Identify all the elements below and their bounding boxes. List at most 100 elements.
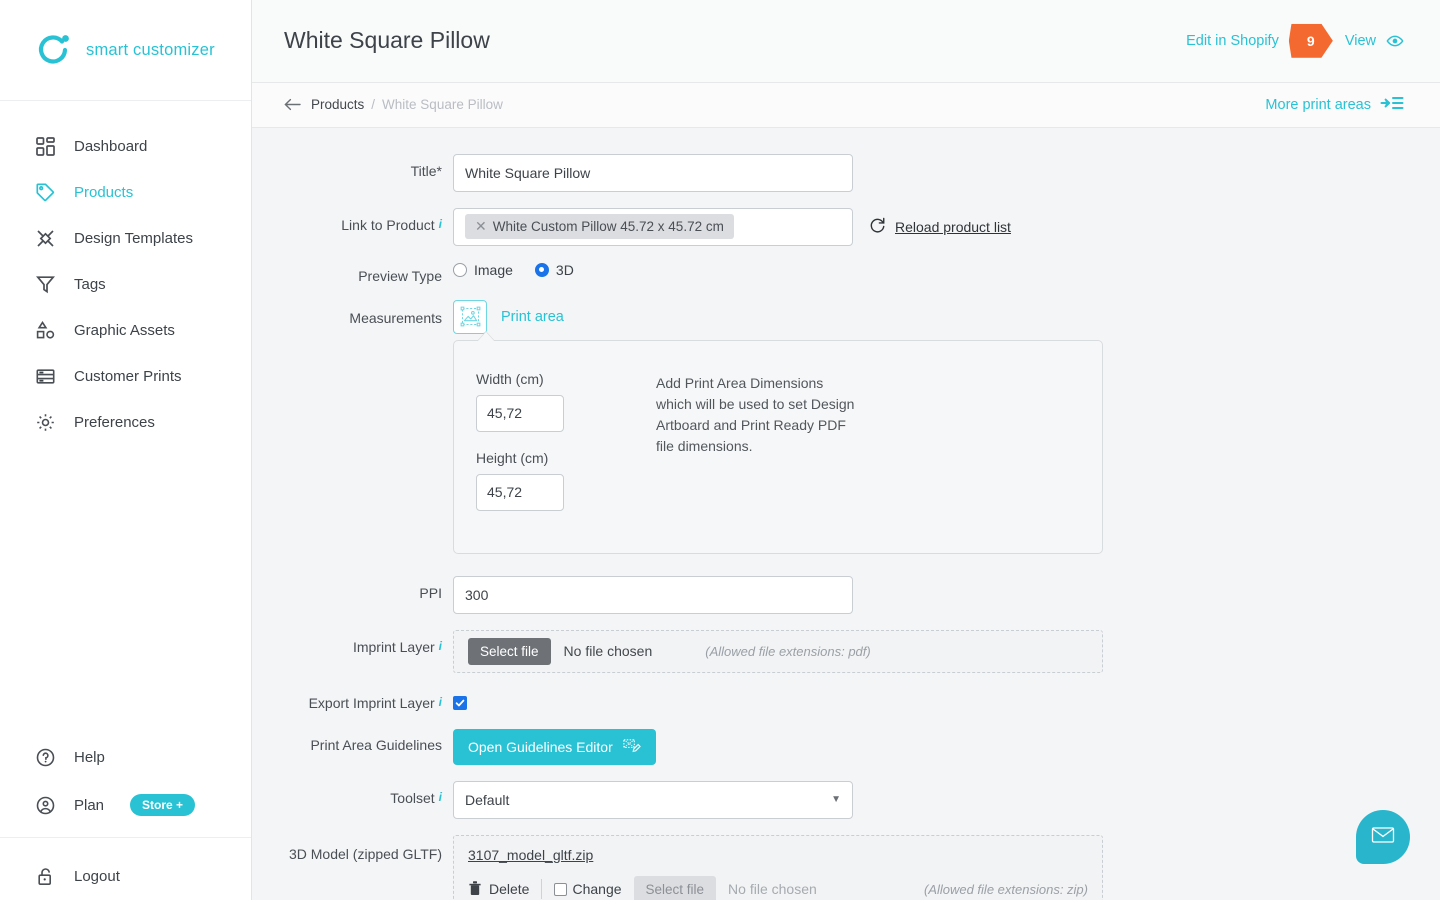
sidebar-item-label: Design Templates bbox=[74, 229, 193, 247]
toolset-selected-value: Default bbox=[465, 791, 510, 808]
imprint-no-file-text: No file chosen bbox=[563, 643, 653, 660]
delete-model-button[interactable]: Delete bbox=[468, 880, 529, 899]
reload-product-list-label: Reload product list bbox=[895, 218, 1011, 235]
more-print-areas-link[interactable]: More print areas bbox=[1265, 97, 1371, 113]
sidebar-item-label: Plan bbox=[74, 796, 105, 814]
breadcrumb-products-link[interactable]: Products bbox=[311, 97, 364, 112]
height-input[interactable]: 45,72 bbox=[476, 473, 564, 511]
toolset-field-wrap: Default ▼ bbox=[453, 780, 853, 819]
status-badge[interactable]: 9 bbox=[1288, 23, 1333, 58]
refresh-icon bbox=[869, 217, 886, 237]
row-print-area-guidelines: Print Area Guidelines Open Guidelines Ed… bbox=[252, 728, 1440, 765]
sidebar-item-label: Customer Prints bbox=[74, 367, 182, 385]
eye-icon[interactable] bbox=[1386, 32, 1404, 50]
gear-icon bbox=[32, 409, 58, 435]
sidebar-item-products[interactable]: Products bbox=[0, 169, 251, 215]
app-root: smart customizer Dashboard Products Desi… bbox=[0, 0, 1440, 900]
info-icon[interactable]: i bbox=[439, 217, 442, 230]
tab-print-area[interactable]: Print area bbox=[501, 309, 564, 325]
close-icon[interactable]: ✕ bbox=[475, 218, 487, 235]
radio-preview-image[interactable]: Image bbox=[453, 262, 513, 278]
smart-customizer-logo bbox=[32, 29, 74, 71]
sidebar-divider bbox=[0, 837, 251, 838]
change-model-checkbox[interactable] bbox=[554, 882, 568, 896]
model-3d-actions: Delete Change Select file No file chosen… bbox=[468, 875, 1088, 900]
info-icon[interactable]: i bbox=[439, 695, 442, 708]
plan-badge[interactable]: Store + bbox=[130, 794, 196, 816]
imprint-layer-field-wrap: Select file No file chosen (Allowed file… bbox=[453, 629, 1103, 673]
unlock-icon bbox=[32, 863, 58, 889]
imprint-select-file-button[interactable]: Select file bbox=[468, 637, 551, 665]
toolset-label: Toolset i bbox=[252, 781, 453, 806]
ppi-label: PPI bbox=[419, 584, 442, 601]
page-title: White Square Pillow bbox=[284, 27, 490, 54]
width-group: Width (cm) 45,72 bbox=[476, 371, 656, 432]
width-input[interactable]: 45,72 bbox=[476, 394, 564, 432]
imprint-allowed-extensions-hint: (Allowed file extensions: pdf) bbox=[705, 643, 871, 659]
sidebar-item-label: Help bbox=[74, 748, 105, 766]
radio-dot-image bbox=[453, 262, 467, 277]
sidebar-item-design-templates[interactable]: Design Templates bbox=[0, 215, 251, 261]
info-icon[interactable]: i bbox=[439, 790, 442, 803]
top-actions: Edit in Shopify 9 View bbox=[1186, 21, 1404, 61]
print-area-crop-icon[interactable] bbox=[453, 299, 487, 334]
model-no-file-text: No file chosen bbox=[728, 881, 817, 898]
reload-product-list-button[interactable]: Reload product list bbox=[869, 217, 1011, 237]
chat-support-button[interactable] bbox=[1356, 810, 1410, 864]
row-title: Title* White Square Pillow bbox=[252, 153, 1440, 192]
change-model-checkbox-row[interactable]: Change bbox=[554, 881, 622, 898]
title-input[interactable]: White Square Pillow bbox=[453, 153, 853, 192]
sidebar-item-help[interactable]: Help bbox=[0, 733, 251, 781]
sidebar-item-graphic-assets[interactable]: Graphic Assets bbox=[0, 307, 251, 353]
sidebar-item-customer-prints[interactable]: Customer Prints bbox=[0, 353, 251, 399]
export-imprint-layer-label: Export Imprint Layer i bbox=[252, 689, 453, 711]
dashboard-icon bbox=[32, 133, 58, 159]
row-preview-type: Preview Type Image 3D bbox=[252, 262, 1440, 284]
print-area-count-badge-wrap: 9 bbox=[1288, 21, 1335, 61]
sidebar-item-label: Products bbox=[74, 183, 134, 201]
indent-list-icon[interactable] bbox=[1380, 95, 1404, 114]
sidebar-item-label: Logout bbox=[74, 867, 120, 885]
print-area-panel: Width (cm) 45,72 Height (cm) 45,72 Add P… bbox=[453, 330, 1103, 554]
brand[interactable]: smart customizer bbox=[0, 0, 251, 101]
sidebar-item-plan[interactable]: Plan Store + bbox=[0, 781, 251, 829]
sidebar-item-label: Dashboard bbox=[74, 137, 148, 155]
toolset-select[interactable]: Default ▼ bbox=[453, 780, 853, 819]
product-chip-label: White Custom Pillow 45.72 x 45.72 cm bbox=[492, 219, 724, 235]
product-form: Title* White Square Pillow Link to Produ… bbox=[252, 127, 1440, 900]
link-to-product-label-text: Link to Product bbox=[341, 216, 435, 233]
sidebar-item-dashboard[interactable]: Dashboard bbox=[0, 123, 251, 169]
product-chip[interactable]: ✕ White Custom Pillow 45.72 x 45.72 cm bbox=[465, 214, 734, 240]
divider bbox=[541, 879, 543, 900]
view-link[interactable]: View bbox=[1345, 33, 1376, 49]
arrow-left-icon[interactable] bbox=[284, 97, 301, 112]
open-guidelines-editor-label: Open Guidelines Editor bbox=[468, 738, 613, 755]
measurements-label: Measurements bbox=[349, 309, 442, 326]
width-label: Width (cm) bbox=[476, 370, 544, 387]
print-area-dimensions: Width (cm) 45,72 Height (cm) 45,72 bbox=[476, 371, 656, 529]
row-3d-model: 3D Model (zipped GLTF) 3107_model_gltf.z… bbox=[252, 834, 1440, 900]
open-guidelines-editor-button[interactable]: Open Guidelines Editor bbox=[453, 728, 656, 765]
measurements-tabs: Print area bbox=[453, 299, 564, 334]
user-circle-icon bbox=[32, 792, 58, 818]
change-model-label: Change bbox=[572, 881, 622, 898]
model-3d-file-link[interactable]: 3107_model_gltf.zip bbox=[468, 847, 593, 863]
sidebar-item-logout[interactable]: Logout bbox=[0, 852, 251, 900]
edit-in-shopify-link[interactable]: Edit in Shopify bbox=[1186, 33, 1279, 49]
sidebar-item-tags[interactable]: Tags bbox=[0, 261, 251, 307]
export-imprint-layer-label-text: Export Imprint Layer bbox=[308, 694, 435, 711]
link-to-product-field-wrap: ✕ White Custom Pillow 45.72 x 45.72 cm R… bbox=[453, 207, 1011, 246]
link-to-product-input[interactable]: ✕ White Custom Pillow 45.72 x 45.72 cm bbox=[453, 207, 853, 246]
row-ppi: PPI 300 bbox=[252, 575, 1440, 614]
row-imprint-layer: Imprint Layer i Select file No file chos… bbox=[252, 629, 1440, 673]
row-toolset: Toolset i Default ▼ bbox=[252, 780, 1440, 819]
radio-preview-3d[interactable]: 3D bbox=[534, 262, 574, 278]
info-icon[interactable]: i bbox=[439, 639, 442, 652]
delete-model-label: Delete bbox=[489, 881, 530, 898]
sidebar-item-preferences[interactable]: Preferences bbox=[0, 399, 251, 445]
export-imprint-layer-checkbox[interactable] bbox=[453, 695, 467, 710]
sidebar-item-label: Preferences bbox=[74, 413, 155, 431]
preview-type-label: Preview Type bbox=[358, 267, 442, 284]
ppi-input[interactable]: 300 bbox=[453, 575, 853, 614]
model-select-file-button[interactable]: Select file bbox=[633, 875, 717, 900]
